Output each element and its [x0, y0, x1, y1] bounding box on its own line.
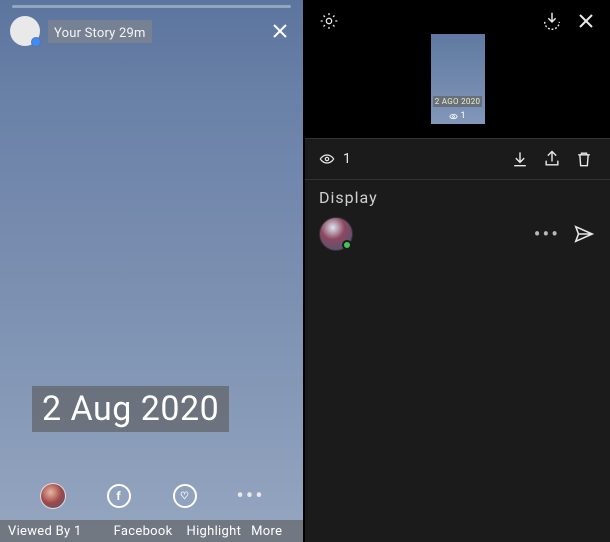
share-button[interactable] [540, 147, 564, 171]
close-button[interactable] [267, 18, 293, 44]
facebook-icon: f [107, 484, 131, 508]
online-dot-icon [342, 240, 352, 250]
save-download-icon [541, 10, 563, 32]
story-title-box: Your Story 29m [48, 20, 152, 43]
close-icon [577, 12, 595, 30]
paper-plane-icon [573, 223, 595, 245]
story-progress-bar [12, 5, 291, 8]
story-view: Your Story 29m 2 Aug 2020 f ♡ ••• Viewed… [0, 0, 303, 542]
story-actions-row: f ♡ ••• [0, 482, 303, 510]
viewer-list-item: ••• [305, 211, 610, 257]
trash-icon [574, 149, 594, 169]
highlight-button[interactable]: ♡ [171, 482, 199, 510]
story-thumbnail[interactable]: 2 AGO 2020 1 [431, 34, 485, 124]
viewer-more-button[interactable]: ••• [534, 222, 560, 246]
share-facebook-button[interactable]: f [105, 482, 133, 510]
story-header: Your Story 29m [10, 16, 293, 46]
viewers-count: 1 [343, 151, 351, 167]
close-icon [271, 22, 289, 40]
thumbnail-date: 2 AGO 2020 [433, 96, 483, 107]
viewed-by-label: Viewed By 1 [8, 524, 82, 539]
viewed-by-button[interactable] [39, 482, 67, 510]
story-date-overlay: 2 Aug 2020 [32, 386, 229, 432]
viewer-avatar[interactable] [319, 217, 353, 251]
viewers-row: 1 [305, 138, 610, 180]
share-icon [542, 149, 562, 169]
viewers-section-label: Display [305, 180, 610, 211]
gear-icon [319, 11, 339, 31]
highlight-heart-icon: ♡ [173, 484, 197, 508]
story-thumbnail-strip: 2 AGO 2020 1 [305, 42, 610, 138]
eye-icon [449, 112, 458, 121]
more-label: More [251, 524, 282, 539]
viewer-avatar-icon [40, 483, 66, 509]
close-insights-button[interactable] [574, 9, 598, 33]
download-button[interactable] [508, 147, 532, 171]
thumbnail-view-count: 1 [449, 111, 465, 121]
download-icon [510, 149, 530, 169]
save-story-button[interactable] [540, 9, 564, 33]
settings-button[interactable] [317, 9, 341, 33]
thumbnail-view-number: 1 [460, 111, 465, 121]
highlight-label: Highlight [187, 524, 242, 539]
more-icon: ••• [534, 222, 560, 246]
more-icon: ••• [236, 484, 264, 509]
story-insights-view: 2 AGO 2020 1 1 Display ••• [303, 0, 610, 542]
story-action-labels: Viewed By 1 Facebook Highlight More [0, 520, 303, 542]
delete-button[interactable] [572, 147, 596, 171]
your-story-avatar[interactable] [10, 16, 40, 46]
eye-icon [319, 151, 335, 167]
more-button[interactable]: ••• [237, 482, 265, 510]
add-story-dot-icon [31, 37, 41, 47]
send-message-button[interactable] [572, 222, 596, 246]
story-title: Your Story 29m [54, 26, 146, 41]
facebook-label: Facebook [114, 524, 173, 539]
